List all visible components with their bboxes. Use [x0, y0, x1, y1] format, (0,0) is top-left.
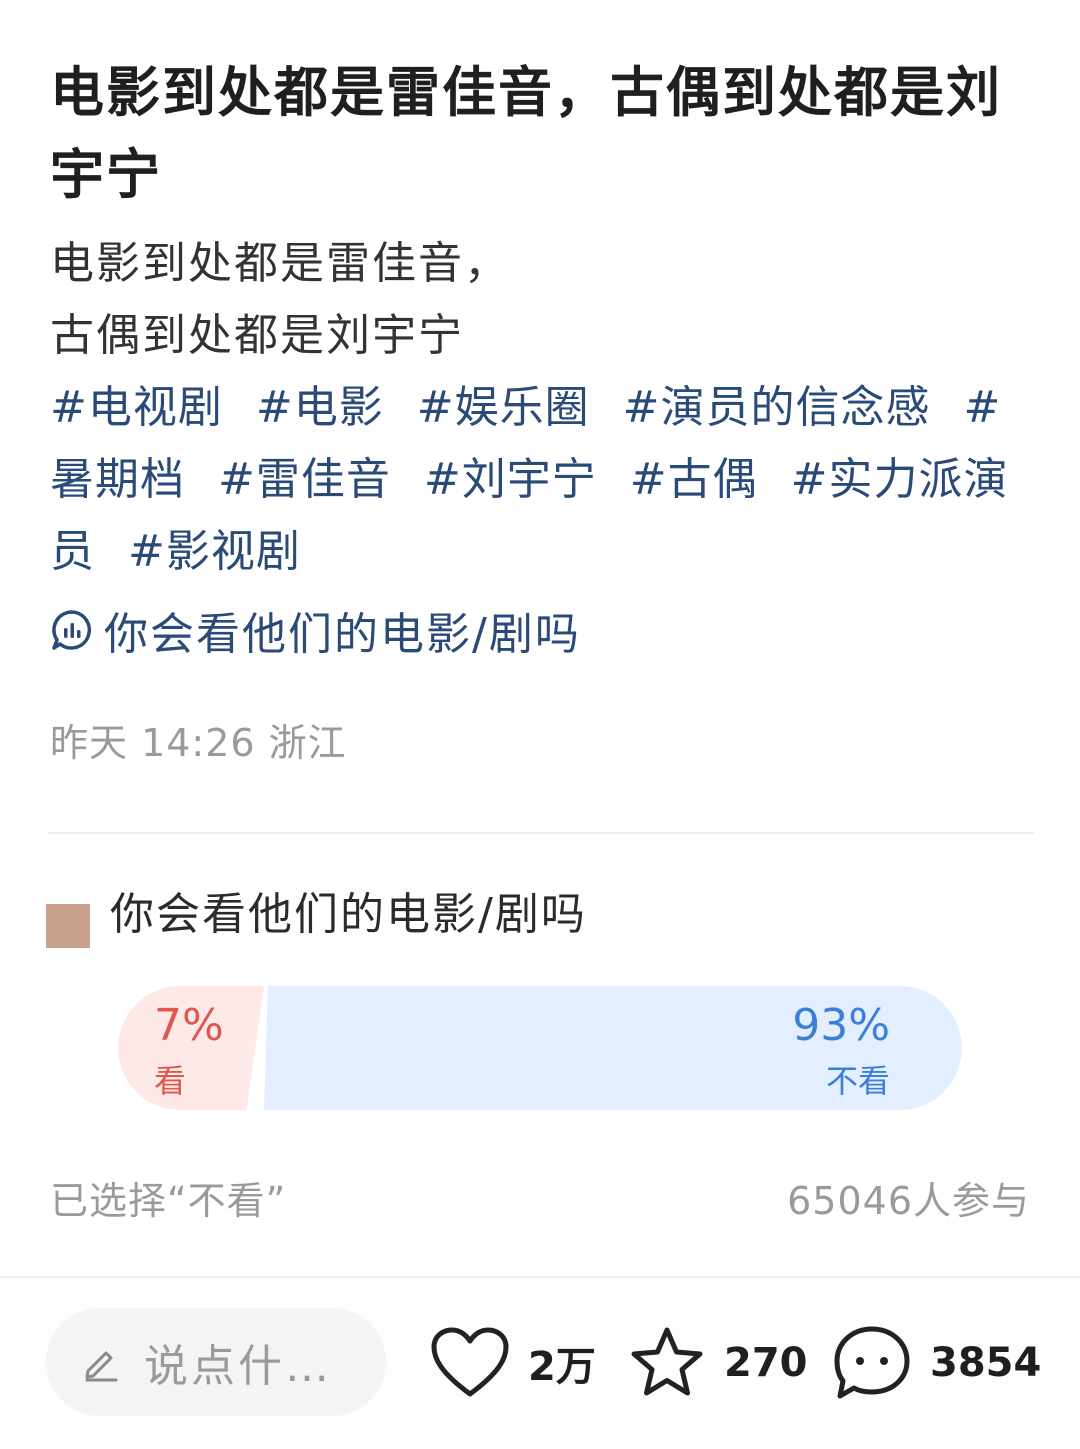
poll-title: 你会看他们的电影/剧吗: [110, 889, 587, 940]
tag-link[interactable]: #影视剧: [128, 526, 301, 577]
comment-count: 3854: [930, 1340, 1042, 1386]
like-count: 2万: [528, 1344, 596, 1390]
poll-chat-icon: [52, 610, 92, 650]
post-body: 电影到处都是雷佳音， 古偶到处都是刘宇宁: [50, 228, 1030, 372]
like-button[interactable]: 2万: [430, 1316, 596, 1410]
pencil-icon: [85, 1351, 118, 1382]
comment-input[interactable]: 说点什…: [46, 1308, 386, 1416]
tag-link[interactable]: #电影: [256, 382, 384, 433]
comment-button[interactable]: 3854: [832, 1316, 1041, 1410]
poll-selected-text: 已选择“不看”: [50, 1179, 287, 1223]
star-icon: [631, 1327, 703, 1396]
tag-link[interactable]: #电视剧: [50, 382, 223, 433]
poll-option-yes[interactable]: 7% 看: [118, 986, 264, 1110]
comment-placeholder: 说点什…: [144, 1341, 332, 1392]
poll-link-label: 你会看他们的电影/剧吗: [104, 609, 581, 660]
divider: [48, 832, 1034, 834]
favorite-count: 270: [724, 1340, 808, 1386]
poll-option-no[interactable]: 93% 不看: [264, 986, 962, 1110]
tag-link[interactable]: #刘宇宁: [424, 454, 597, 505]
post-body-line-1: 电影到处都是雷佳音，: [50, 238, 510, 289]
tag-link[interactable]: #雷佳音: [218, 454, 391, 505]
poll-link[interactable]: 你会看他们的电影/剧吗: [50, 594, 581, 666]
tag-link[interactable]: #演员的信念感: [623, 382, 931, 433]
post-meta: 昨天 14:26 浙江: [50, 721, 347, 765]
poll-thumbnail: [46, 904, 90, 948]
tag-link[interactable]: #娱乐圈: [417, 382, 590, 433]
favorite-button[interactable]: 270: [628, 1316, 808, 1410]
comment-bubble-icon: [834, 1326, 910, 1399]
poll-option-percent: 93%: [792, 1000, 890, 1051]
poll-option-label: 看: [154, 1062, 187, 1100]
post-tags: #电视剧 #电影 #娱乐圈 #演员的信念感 #暑期档 #雷佳音 #刘宇宁 #古偶…: [50, 372, 1030, 588]
poll-option-label: 不看: [825, 1062, 890, 1100]
heart-icon: [431, 1327, 509, 1397]
poll-option-percent: 7%: [154, 1000, 224, 1051]
post-body-line-2: 古偶到处都是刘宇宁: [50, 310, 464, 361]
bottom-action-bar: 说点什… 2万 270 3854: [0, 1276, 1080, 1449]
tag-link[interactable]: #古偶: [630, 454, 758, 505]
post-title: 电影到处都是雷佳音，古偶到处都是刘宇宁: [50, 61, 1002, 206]
poll-participants: 65046人参与: [787, 1179, 1030, 1223]
